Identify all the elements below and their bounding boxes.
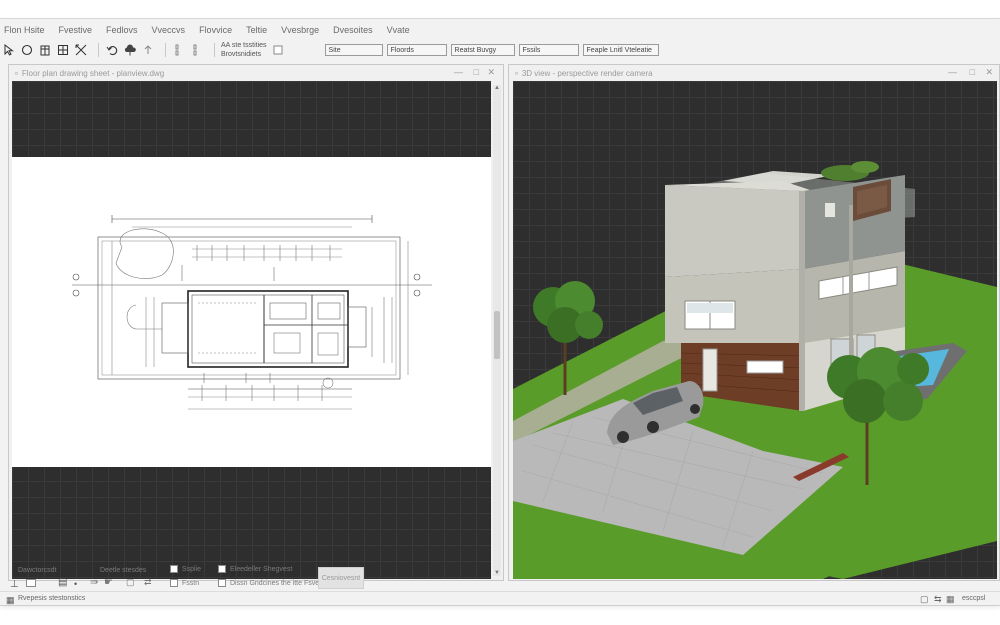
floor-plan-drawing bbox=[72, 215, 432, 410]
bullet-icon[interactable]: • bbox=[74, 579, 77, 589]
checkbox-split-label: Ssplie bbox=[182, 565, 202, 573]
checkbox-design-guidelines[interactable]: Dissn Gndcines the itte Fsveb bbox=[218, 579, 323, 587]
pane-lock-icon-2[interactable]: ▫ bbox=[515, 69, 518, 78]
toolbar-separator bbox=[98, 43, 99, 57]
menu-item-edit[interactable]: Fvestive bbox=[59, 25, 93, 35]
template-dropdown[interactable]: Feaple Lnitl Vteleatie bbox=[582, 44, 659, 56]
menu-item-options[interactable]: Dvesoites bbox=[333, 25, 373, 35]
box-select-icon[interactable]: ▢ bbox=[126, 577, 135, 588]
menu-item-file[interactable]: Flon Hsite bbox=[4, 25, 45, 35]
toolbar-separator-3 bbox=[214, 43, 215, 57]
checkbox-split[interactable]: Ssplie bbox=[170, 565, 201, 573]
mirror-icon[interactable]: ⇄ bbox=[144, 577, 152, 588]
minimize-icon[interactable]: — bbox=[454, 67, 463, 77]
toolbar-separator-2 bbox=[165, 43, 166, 57]
status-lock-icon: ▦ bbox=[6, 595, 15, 605]
cad-application-window: Flon Hsite Fvestive Fedlovs Vveccvs Flov… bbox=[0, 18, 1000, 606]
pane-lock-icon[interactable]: ▫ bbox=[15, 69, 18, 78]
menu-item-help[interactable]: Vvate bbox=[387, 25, 410, 35]
hand-icon[interactable]: ☛ bbox=[104, 577, 113, 588]
checkbox-fasten-label: Fsstn bbox=[182, 579, 200, 587]
toolbar-text-label-1: AA ste tsstities bbox=[221, 42, 267, 49]
minimize-icon-2[interactable]: — bbox=[948, 67, 957, 77]
grid-icon[interactable] bbox=[56, 43, 70, 57]
align-icon[interactable]: ▤ bbox=[58, 577, 67, 588]
plan-view-title: Floor plan drawing sheet - planview.dwg bbox=[21, 68, 165, 78]
frame-icon[interactable] bbox=[26, 579, 40, 587]
group-label-2: Deetle stesdes bbox=[100, 567, 147, 574]
checkbox-fasten[interactable]: Fsstn bbox=[170, 579, 199, 587]
menu-item-window[interactable]: Vvesbrge bbox=[281, 25, 319, 35]
cloud-icon[interactable] bbox=[123, 43, 137, 57]
plan-vertical-scrollbar[interactable]: ▲ ▼ bbox=[493, 85, 501, 576]
3d-view-titlebar: ▫ 3D view - perspective render camera — … bbox=[509, 65, 999, 81]
scroll-up-icon[interactable]: ▲ bbox=[493, 85, 501, 91]
column-icon-2[interactable] bbox=[190, 43, 204, 57]
plan-view-pane: ▫ Floor plan drawing sheet - planview.dw… bbox=[8, 64, 504, 581]
main-toolbar: AA ste tsstities Brovtsnidiets Site Floo… bbox=[0, 39, 1000, 61]
checkbox-design-label-b: the itte bbox=[280, 579, 302, 587]
checkbox-elevation-label: Eleedeller Shegvest bbox=[230, 565, 293, 573]
3d-view-title: 3D view - perspective render camera bbox=[521, 68, 653, 78]
toolbar-text-label-2: Brovtsnidiets bbox=[221, 51, 262, 58]
maximize-icon[interactable]: □ bbox=[474, 67, 479, 77]
plan-view-titlebar: ▫ Floor plan drawing sheet - planview.dw… bbox=[9, 65, 503, 81]
menu-bar: Flon Hsite Fvestive Fedlovs Vveccvs Flov… bbox=[0, 21, 1000, 39]
status-bar: ▦ Rvepesis stestonstics ▢ ⇆ ▦ esccpsl bbox=[0, 591, 1000, 607]
style-dropdown[interactable]: Fssils bbox=[518, 44, 579, 56]
select-icon[interactable] bbox=[2, 43, 16, 57]
drawing-sheet bbox=[12, 157, 491, 467]
site-dropdown[interactable]: Site bbox=[324, 44, 383, 56]
3d-view-pane: ▫ 3D view - perspective render camera — … bbox=[508, 64, 1000, 581]
status-text-left: Rvepesis stestonstics bbox=[18, 595, 86, 602]
resize-icon[interactable] bbox=[74, 43, 88, 57]
group-label-1: Dawctorcsdt bbox=[18, 567, 57, 574]
close-icon-2[interactable]: ✕ bbox=[985, 67, 993, 78]
status-icon-1[interactable]: ▢ bbox=[920, 594, 929, 605]
status-icon-2[interactable]: ⇆ bbox=[934, 594, 942, 605]
maximize-icon-2[interactable]: □ bbox=[970, 67, 975, 77]
scrollbar-thumb[interactable] bbox=[494, 311, 500, 359]
menu-item-tools[interactable]: Teltie bbox=[246, 25, 267, 35]
convert-button[interactable]: Cesniovesnt bbox=[318, 567, 364, 589]
floors-dropdown[interactable]: Floords bbox=[386, 44, 447, 56]
toolbar-text-group: AA ste tsstities Brovtsnidiets bbox=[221, 41, 267, 59]
status-icon-3[interactable]: ▦ bbox=[946, 594, 955, 605]
circle-icon[interactable] bbox=[20, 43, 34, 57]
undo-icon[interactable] bbox=[105, 43, 119, 57]
plan-viewport[interactable] bbox=[12, 81, 491, 579]
close-icon[interactable]: ✕ bbox=[487, 67, 495, 78]
step-icon[interactable]: ⇛ bbox=[90, 577, 98, 588]
building-icon[interactable] bbox=[38, 43, 52, 57]
menu-item-view[interactable]: Fedlovs bbox=[106, 25, 138, 35]
small-box-icon[interactable] bbox=[271, 43, 285, 57]
layer-dropdown[interactable]: Reatst Buvgy bbox=[450, 44, 515, 56]
checkbox-elevation[interactable]: Eleedeller Shegvest bbox=[218, 565, 292, 573]
checkbox-design-label: Dissn Gndcines bbox=[230, 579, 280, 587]
menu-item-format[interactable]: Flovvice bbox=[199, 25, 232, 35]
3d-house-render bbox=[513, 161, 997, 579]
menu-item-insert[interactable]: Vveccvs bbox=[152, 25, 186, 35]
status-text-right: esccpsl bbox=[962, 595, 986, 602]
chevron-icon[interactable] bbox=[141, 43, 155, 57]
3d-viewport[interactable] bbox=[513, 81, 997, 579]
column-icon[interactable] bbox=[172, 43, 186, 57]
pin-icon[interactable]: ⊥ bbox=[10, 579, 19, 590]
